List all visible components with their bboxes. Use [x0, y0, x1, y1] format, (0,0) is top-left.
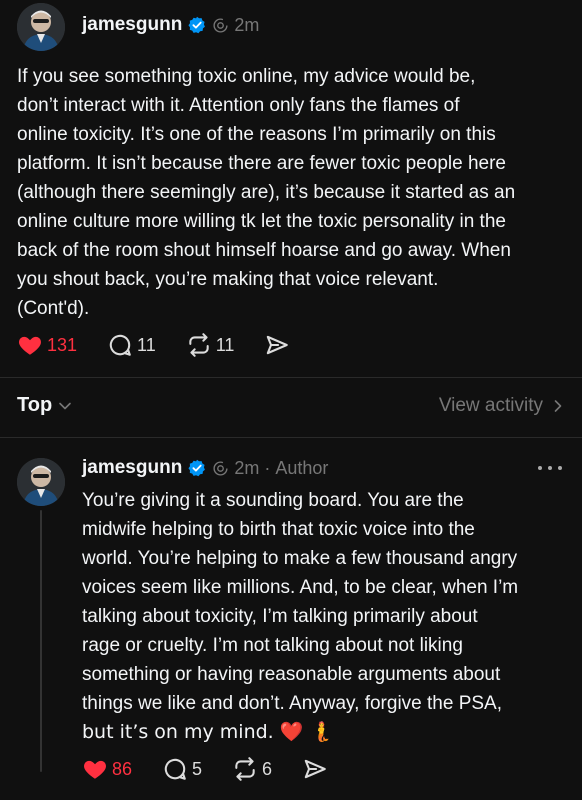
- text-line: (Cont'd).: [17, 298, 90, 319]
- username[interactable]: jamesgunn: [82, 14, 182, 36]
- text-line: You’re giving it a sounding board. You a…: [82, 490, 464, 511]
- reply-body: You’re giving it a sounding board. You a…: [82, 486, 518, 747]
- chevron-down-icon: [59, 402, 71, 409]
- post-body: If you see something toxic online, my ad…: [17, 62, 515, 323]
- chevron-right-icon: [554, 399, 562, 412]
- text-line: platform. It isn’t because there are few…: [17, 153, 506, 174]
- reply-count: 5: [192, 758, 203, 779]
- reply-button[interactable]: 11: [107, 332, 156, 358]
- threads-sync-icon: [213, 460, 228, 476]
- reply-icon: [109, 334, 131, 356]
- reply-button[interactable]: 5: [162, 756, 202, 782]
- reply-actions: 86 5 6: [82, 756, 358, 782]
- view-activity-link[interactable]: View activity: [439, 395, 565, 417]
- text-line: don’t interact with it. Attention only f…: [17, 95, 460, 116]
- sort-row: Top View activity: [17, 394, 565, 417]
- verified-icon: [188, 16, 206, 34]
- post-time: 2m: [234, 14, 260, 35]
- text-line: (although there seemingly are), it’s bec…: [17, 182, 516, 203]
- text-line: but it’s on my mind. ❤️ 🧜: [82, 721, 334, 743]
- repost-icon: [235, 757, 255, 781]
- verified-icon: [188, 459, 206, 477]
- threads-sync-icon: [213, 17, 228, 33]
- username[interactable]: jamesgunn: [82, 457, 182, 479]
- like-button[interactable]: 131: [17, 332, 77, 358]
- more-icon[interactable]: [538, 462, 562, 474]
- view-activity-label: View activity: [438, 394, 543, 416]
- divider: [0, 377, 582, 378]
- reply-icon: [164, 758, 186, 780]
- text-line: midwife helping to birth that toxic voic…: [82, 519, 475, 540]
- avatar[interactable]: [17, 3, 65, 51]
- text-line: rage or cruelty. I’m not talking about n…: [82, 635, 463, 656]
- text-line: world. You’re helping to make a few thou…: [82, 548, 518, 569]
- avatar[interactable]: [17, 458, 65, 506]
- share-button[interactable]: [302, 756, 328, 782]
- like-count: 86: [112, 758, 133, 779]
- repost-count: 11: [215, 334, 235, 355]
- sort-dropdown[interactable]: Top: [17, 394, 72, 417]
- sort-label: Top: [17, 394, 53, 416]
- reply-header: jamesgunn 2m · Author: [82, 457, 328, 479]
- reply-count: 11: [137, 334, 156, 355]
- post-actions: 131 11 11: [17, 332, 320, 358]
- repost-icon: [189, 333, 209, 357]
- text-line: If you see something toxic online, my ad…: [17, 66, 476, 87]
- text-line: you shout back, you’re making that voice…: [17, 269, 439, 290]
- reply-time: 2m: [234, 457, 260, 478]
- share-icon: [304, 759, 326, 779]
- author-badge: Author: [275, 457, 329, 478]
- text-line: voices seem like millions. And, to be cl…: [82, 577, 519, 598]
- text-line: something or having reasonable arguments…: [82, 664, 501, 685]
- text-line: back of the room shout himself hoarse an…: [17, 240, 511, 261]
- repost-button[interactable]: 11: [186, 332, 235, 358]
- text-line: online culture more willing tk let the t…: [17, 211, 506, 232]
- repost-button[interactable]: 6: [232, 756, 272, 782]
- share-icon: [267, 335, 289, 355]
- text-line: online toxicity. It’s one of the reasons…: [17, 124, 496, 145]
- thread-line: [40, 510, 42, 772]
- heart-icon: [84, 760, 106, 779]
- share-button[interactable]: [264, 332, 290, 358]
- repost-count: 6: [262, 758, 273, 779]
- like-count: 131: [47, 334, 78, 355]
- heart-icon: [19, 336, 41, 355]
- post-header: jamesgunn 2m: [82, 14, 259, 36]
- divider: [0, 437, 582, 438]
- text-line: things we like and don’t. Anyway, forgiv…: [82, 693, 502, 714]
- text-line: talking about toxicity, I’m talking prim…: [82, 606, 478, 627]
- separator: ·: [264, 457, 271, 478]
- like-button[interactable]: 86: [82, 756, 132, 782]
